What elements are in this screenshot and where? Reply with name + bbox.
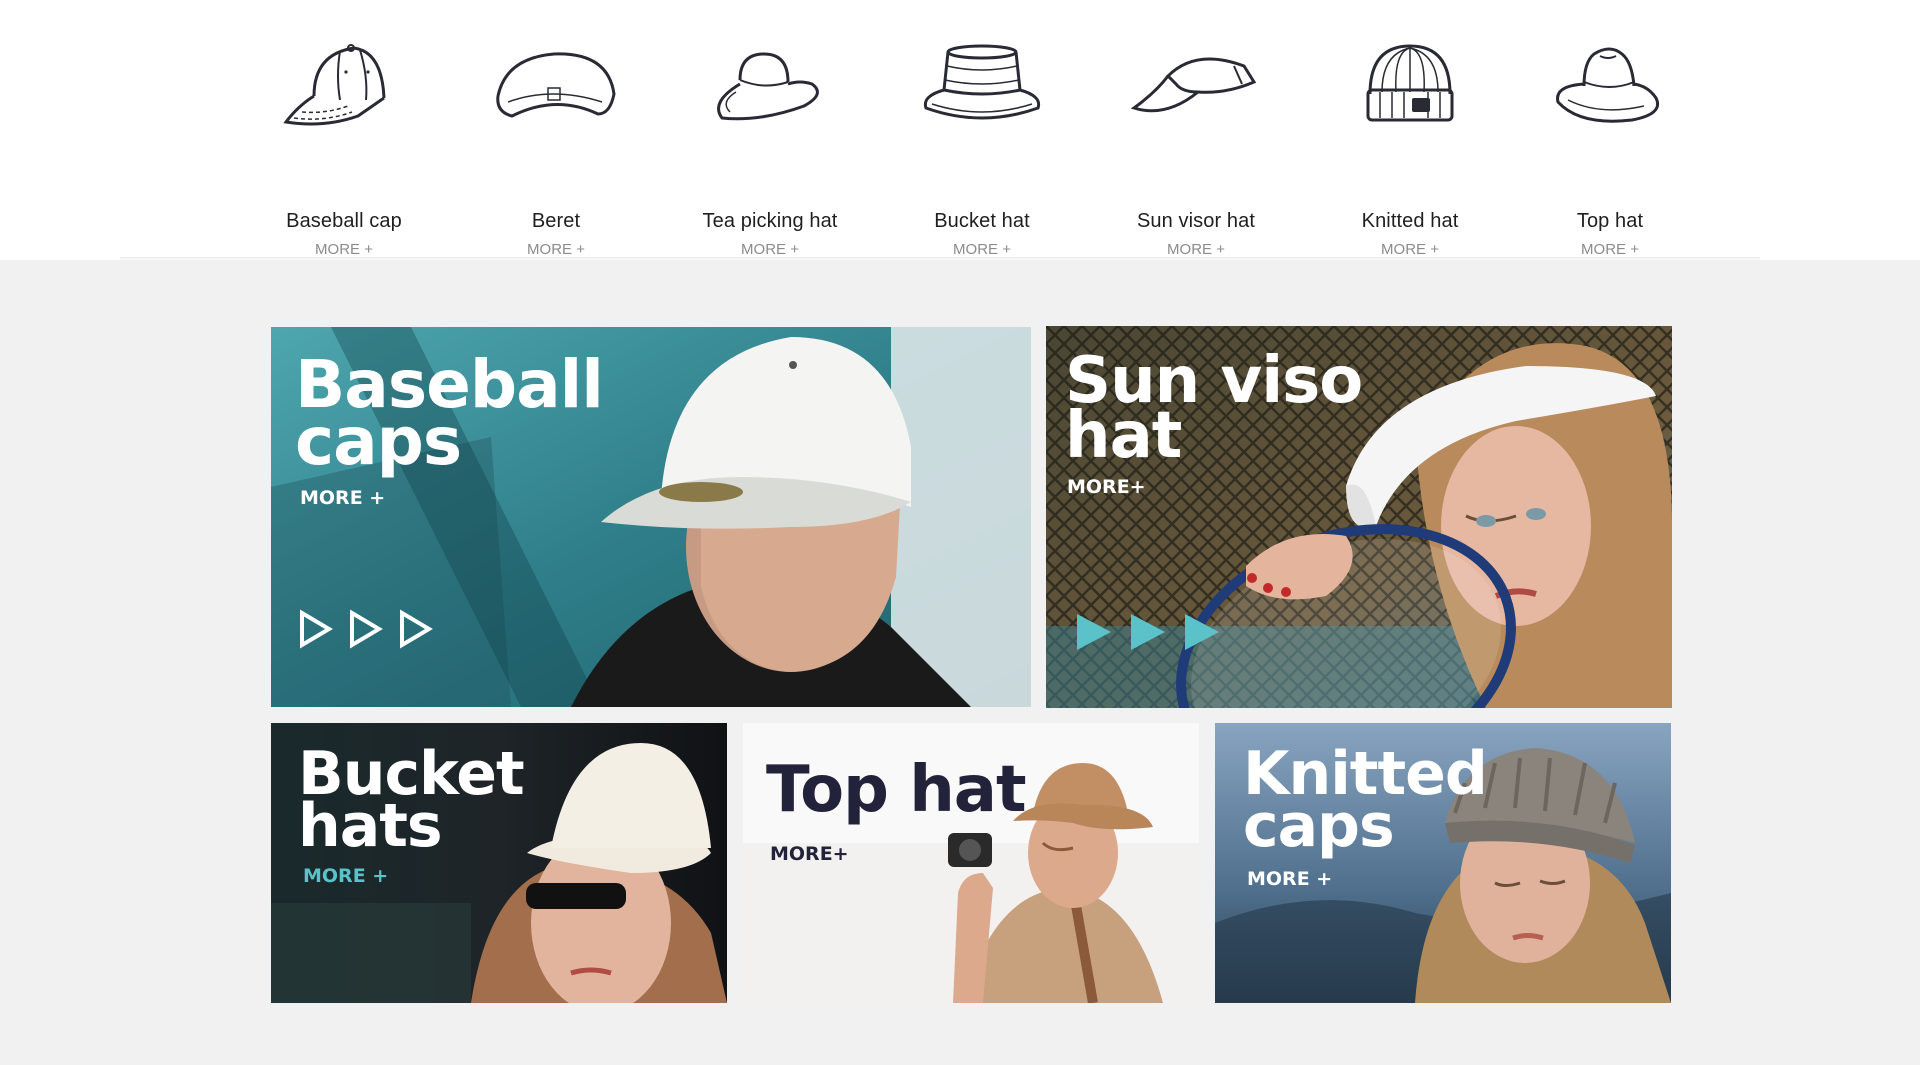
category-label: Bucket hat [934, 210, 1030, 232]
category-more-link[interactable]: MORE + [670, 241, 870, 258]
category-label: Baseball cap [286, 210, 402, 232]
sun-visor-icon [1130, 57, 1257, 113]
knitted-hat-icon [1366, 44, 1454, 122]
tea-picking-hat-icon [717, 52, 819, 121]
play-arrows-icon [300, 609, 433, 649]
top-hat-icon [1556, 47, 1659, 123]
category-more-link[interactable]: MORE + [456, 241, 656, 258]
baseball-cap-icon [283, 44, 386, 126]
category-more-link[interactable]: MORE + [1310, 241, 1510, 258]
beret-icon [496, 52, 616, 118]
category-label: Beret [531, 210, 581, 232]
banner-more-link[interactable]: MORE + [300, 487, 385, 509]
banner-title: Top hat [766, 753, 1027, 827]
banner-title: Sun viso hat [1065, 344, 1363, 474]
banner-title: Baseball caps [295, 346, 604, 480]
banner-more-link[interactable]: MORE + [1247, 868, 1332, 890]
banner-more-link[interactable]: MORE + [303, 865, 388, 887]
category-more-link[interactable]: MORE + [244, 241, 444, 258]
category-more-link[interactable]: MORE + [1510, 241, 1710, 258]
category-more-link[interactable]: MORE + [1096, 241, 1296, 258]
play-arrows-icon [1077, 614, 1219, 650]
banner-top-hat[interactable]: Top hat MORE+ [743, 723, 1199, 1003]
category-label: Top hat [1576, 210, 1644, 232]
bucket-hat-icon [923, 44, 1041, 120]
category-sun-visor-hat[interactable]: Sun visor hat MORE + [1096, 36, 1296, 258]
category-strip: Baseball cap MORE + Beret MORE + Tea pic… [0, 0, 1920, 260]
category-baseball-cap[interactable]: Baseball cap MORE + [244, 36, 444, 258]
banner-more-link[interactable]: MORE+ [770, 843, 849, 865]
banner-knitted-caps[interactable]: Knitted caps MORE + [1215, 723, 1671, 1003]
category-label: Knitted hat [1361, 210, 1459, 232]
category-label: Sun visor hat [1136, 210, 1256, 232]
banner-bucket-hats[interactable]: Bucket hats MORE + [271, 723, 727, 1003]
category-top-hat[interactable]: Top hat MORE + [1510, 36, 1710, 258]
category-more-link[interactable]: MORE + [882, 241, 1082, 258]
banner-title: Knitted caps [1243, 739, 1488, 861]
banner-baseball-caps[interactable]: Baseball caps MORE + [271, 327, 1031, 707]
banner-title: Bucket hats [298, 739, 525, 861]
banner-more-link[interactable]: MORE+ [1067, 476, 1146, 498]
category-knitted-hat[interactable]: Knitted hat MORE + [1310, 36, 1510, 258]
divider [120, 257, 1760, 260]
category-bucket-hat[interactable]: Bucket hat MORE + [882, 36, 1082, 258]
category-beret[interactable]: Beret MORE + [456, 36, 656, 258]
banner-sun-visor-hat[interactable]: Sun viso hat MORE+ [1046, 326, 1672, 708]
category-label: Tea picking hat [702, 210, 838, 232]
category-tea-picking-hat[interactable]: Tea picking hat MORE + [670, 36, 870, 258]
